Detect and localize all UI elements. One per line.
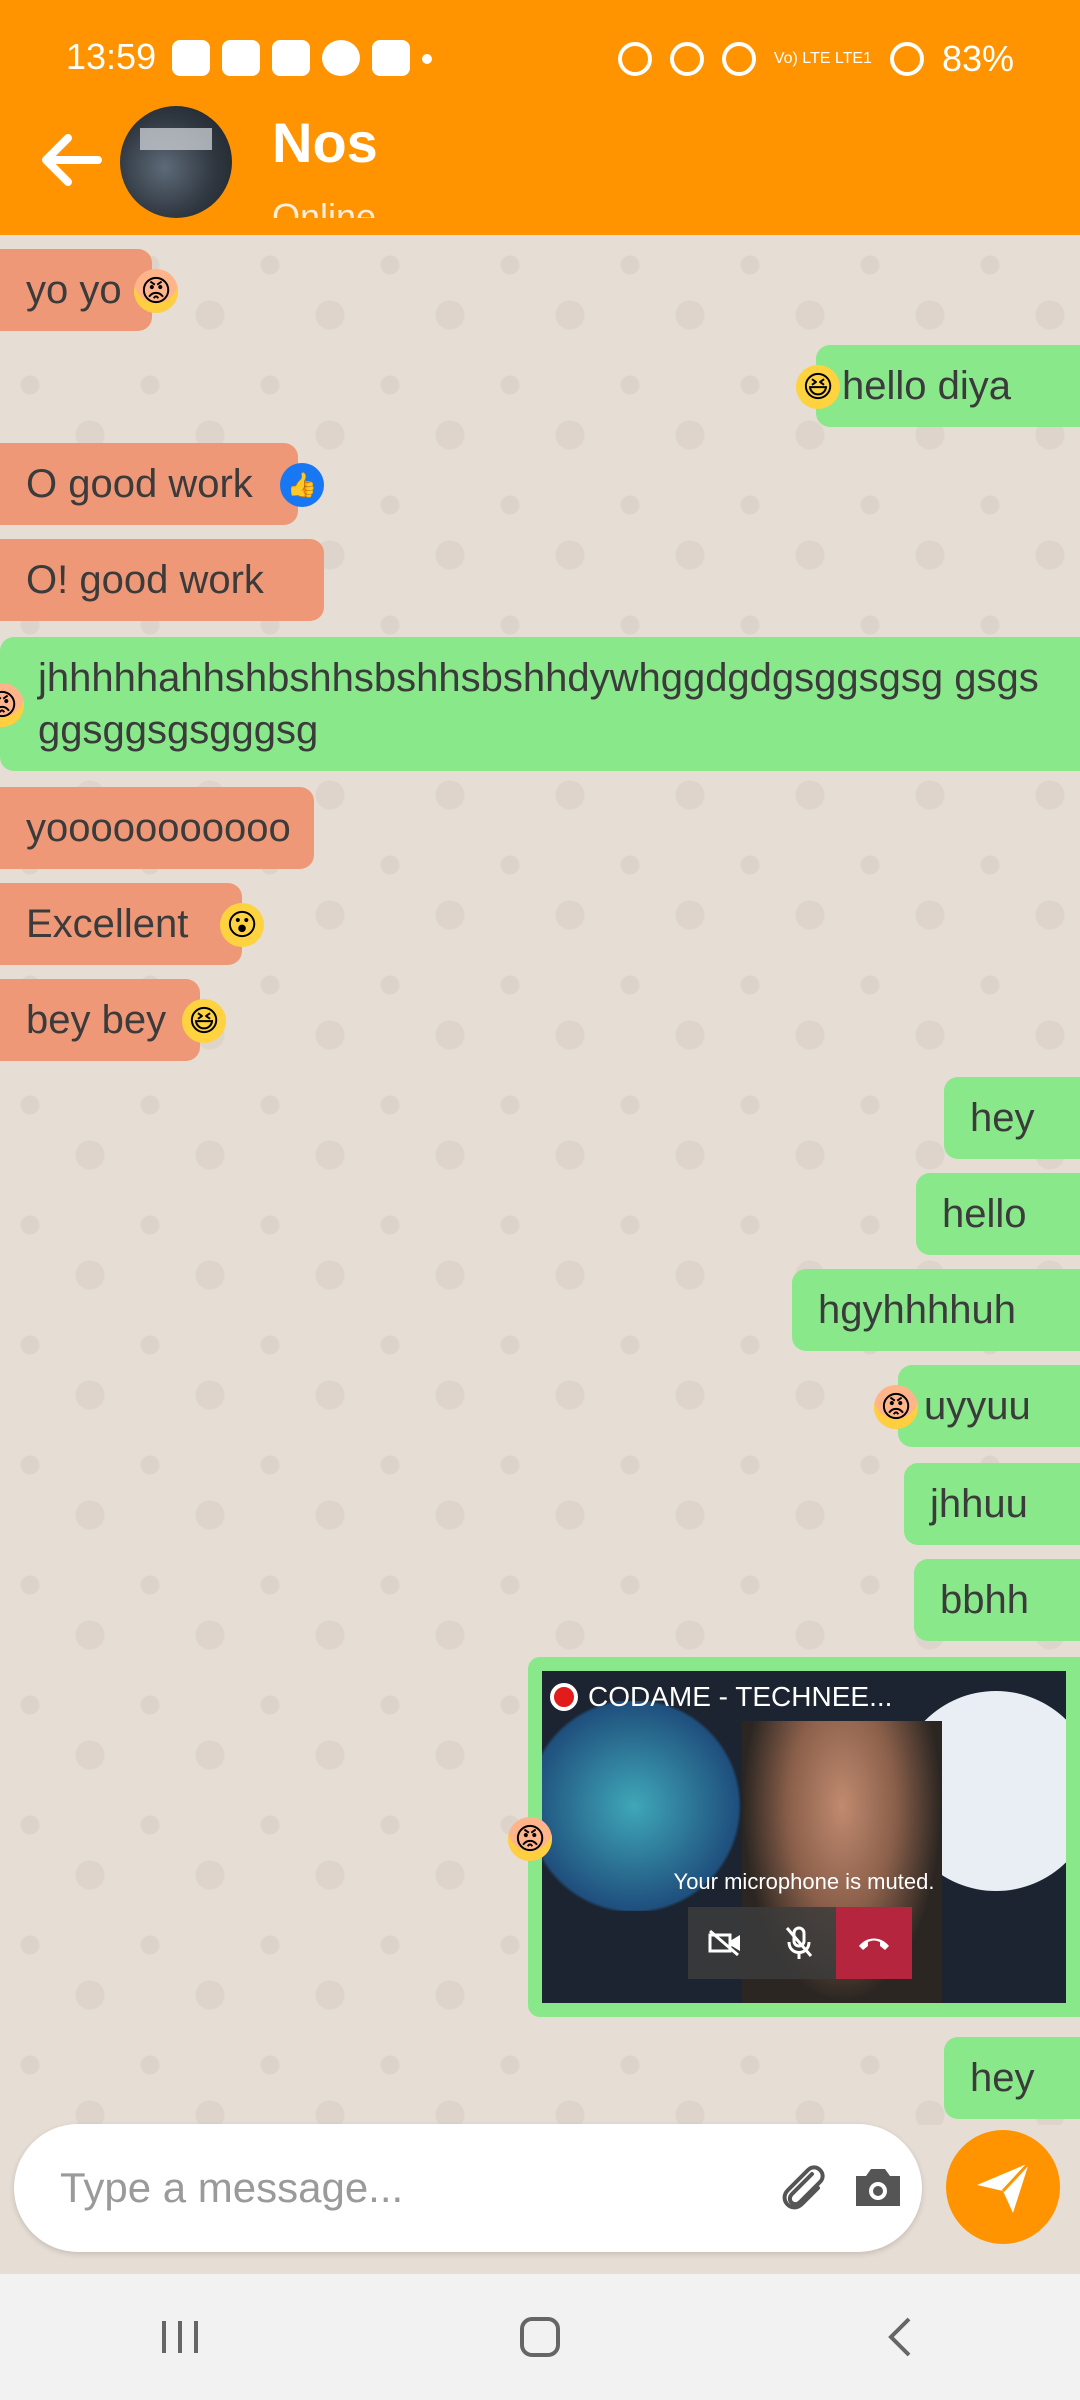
call-controls: [688, 1907, 912, 1979]
send-button[interactable]: [946, 2130, 1060, 2244]
back-icon[interactable]: [860, 2297, 940, 2377]
camera-icon[interactable]: [850, 2160, 906, 2216]
app-header: 13:59 Vo) LTE LTE1 83% Nos Online: [0, 0, 1080, 235]
message-bubble[interactable]: Excellent: [0, 883, 242, 965]
message-text: hello diya: [842, 363, 1012, 408]
reaction-angry-icon: 😡: [874, 1385, 918, 1429]
message-bubble[interactable]: hey: [944, 1077, 1080, 1159]
notification-icons: [172, 40, 432, 76]
youtube-icon: [372, 40, 410, 76]
message-bubble[interactable]: bey bey: [0, 979, 200, 1061]
message-composer: [14, 2124, 922, 2252]
message-text: bbhh: [940, 1577, 1029, 1622]
hotspot-icon: [721, 42, 756, 76]
message-bubble[interactable]: O good work: [0, 443, 298, 525]
message-bubble[interactable]: yooooooooooo: [0, 787, 314, 869]
message-text: uyyuu: [924, 1383, 1031, 1428]
dot-icon: [422, 54, 432, 64]
signal-icon: [889, 42, 924, 76]
message-text: yooooooooooo: [26, 805, 291, 850]
network-label: Vo) LTE LTE1: [773, 50, 872, 67]
reaction-angry-icon: 😡: [134, 269, 178, 313]
message-text: hey: [970, 2055, 1035, 2100]
whatsapp-icon: [172, 40, 210, 76]
contact-name[interactable]: Nos: [272, 110, 378, 175]
message-text: hello: [942, 1191, 1027, 1236]
camera-off-icon[interactable]: [688, 1907, 762, 1979]
home-icon[interactable]: [500, 2297, 580, 2377]
chat-area[interactable]: yo yo 😡 hello diya 😆 O good work 👍 O! go…: [0, 235, 1080, 2125]
send-icon: [977, 2161, 1031, 2213]
avatar[interactable]: [120, 106, 232, 218]
message-input[interactable]: [60, 2156, 740, 2220]
message-icon: [222, 40, 260, 76]
reaction-laugh-icon: 😆: [182, 999, 226, 1043]
message-text: yo yo: [26, 267, 122, 312]
message-text: hey: [970, 1095, 1035, 1140]
video-message[interactable]: CODAME - TECHNEE... Your microphone is m…: [528, 1657, 1080, 2017]
record-icon: [550, 1683, 578, 1711]
video-caption: CODAME - TECHNEE...: [588, 1681, 893, 1712]
end-call-icon[interactable]: [836, 1907, 912, 1979]
message-bubble[interactable]: jhhuu: [904, 1463, 1080, 1545]
status-time: 13:59: [66, 36, 157, 77]
message-text: O good work: [26, 461, 253, 506]
message-text: jhhhhhahhshbshhsbshhsbshhdywhggdgdgsggsg…: [38, 656, 1039, 752]
message-text: hgyhhhhuh: [818, 1287, 1016, 1332]
message-bubble[interactable]: jhhhhhahhshbshhsbshhsbshhdywhggdgdgsggsg…: [0, 637, 1080, 771]
message-bubble[interactable]: uyyuu: [898, 1365, 1080, 1447]
instagram-icon: [272, 40, 310, 76]
recent-apps-icon[interactable]: [140, 2297, 220, 2377]
message-bubble[interactable]: bbhh: [914, 1559, 1080, 1641]
reaction-angry-icon: 😡: [508, 1817, 552, 1861]
message-text: jhhuu: [930, 1481, 1028, 1526]
message-text: bey bey: [26, 997, 167, 1042]
battery-level: 83%: [941, 38, 1014, 79]
message-bubble[interactable]: hello: [916, 1173, 1080, 1255]
video-title-bar: CODAME - TECHNEE...: [550, 1681, 1058, 1713]
contact-presence: Online: [272, 196, 377, 218]
paperclip-icon[interactable]: [772, 2158, 832, 2218]
message-bubble[interactable]: hello diya: [816, 345, 1080, 427]
reaction-laugh-icon: 😆: [796, 365, 840, 409]
status-bar: 13:59 Vo) LTE LTE1 83%: [0, 0, 1080, 120]
reaction-like-icon: 👍: [280, 463, 324, 507]
mute-icon: [669, 42, 704, 76]
message-bubble[interactable]: hey: [944, 2037, 1080, 2119]
play-icon: [322, 40, 360, 76]
message-text: O! good work: [26, 557, 264, 602]
message-text: Excellent: [26, 901, 189, 946]
alarm-icon: [617, 42, 652, 76]
mic-off-icon[interactable]: [762, 1907, 836, 1979]
system-nav-bar: [0, 2274, 1080, 2400]
system-icons: Vo) LTE LTE1 83%: [617, 38, 1014, 80]
video-thumbnail[interactable]: CODAME - TECHNEE... Your microphone is m…: [542, 1671, 1066, 2003]
arrow-left-icon[interactable]: [38, 130, 104, 190]
message-bubble[interactable]: hgyhhhhuh: [792, 1269, 1080, 1351]
mute-notice: Your microphone is muted.: [673, 1869, 935, 1894]
message-bubble[interactable]: O! good work: [0, 539, 324, 621]
message-bubble[interactable]: yo yo: [0, 249, 152, 331]
reaction-wow-icon: 😮: [220, 903, 264, 947]
